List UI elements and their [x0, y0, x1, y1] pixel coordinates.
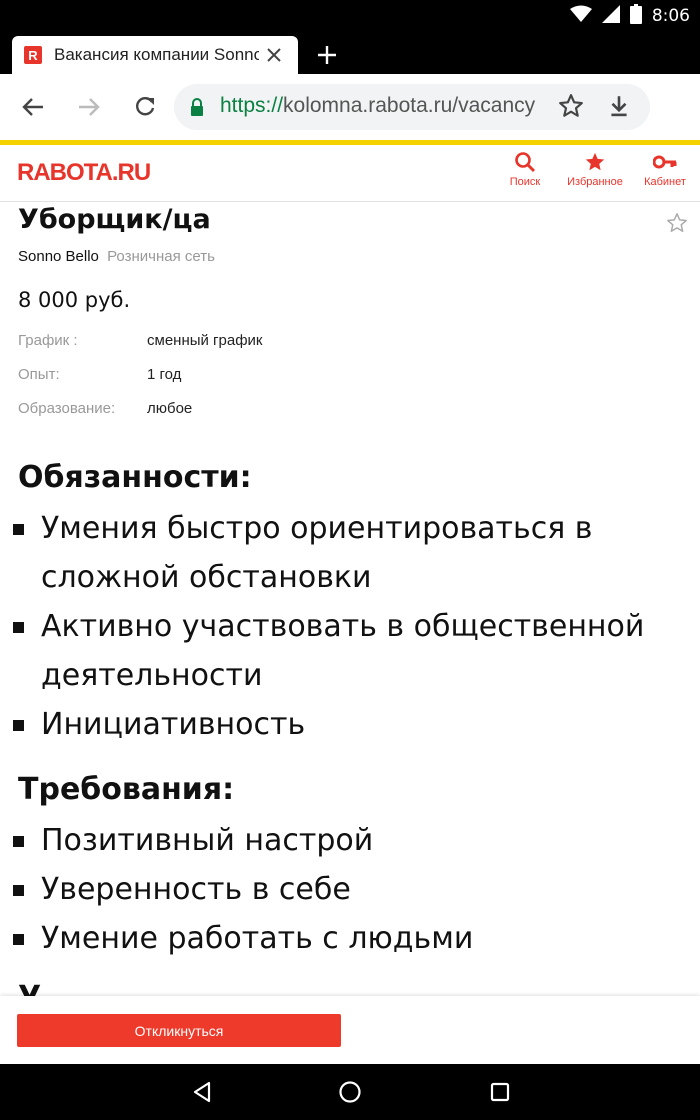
duty-text: Инициативность — [41, 707, 306, 742]
requirements-heading: Требования: — [18, 772, 235, 807]
list-item: Позитивный настрой — [0, 816, 680, 865]
search-icon — [515, 152, 536, 173]
detail-label: Образование: — [18, 400, 116, 417]
bullet-marker — [13, 885, 24, 896]
browser-tab[interactable]: R Вакансия компании Sonno Bello — [12, 36, 298, 74]
bullet-marker — [13, 720, 24, 731]
wifi-icon — [569, 5, 592, 27]
bookmark-star-icon[interactable] — [558, 93, 584, 123]
header-favorites-button[interactable]: Избранное — [562, 151, 628, 188]
back-icon[interactable] — [20, 94, 46, 120]
screen: 8:06 R Вакансия компании Sonno Bello — [0, 0, 700, 1120]
forward-icon[interactable] — [76, 94, 102, 120]
download-icon[interactable] — [606, 93, 632, 123]
detail-label: График : — [18, 332, 78, 349]
reload-icon[interactable] — [132, 94, 158, 120]
requirement-text: Уверенность в себе — [41, 872, 351, 907]
duty-text: Активно участвовать в общественной деяте… — [41, 609, 645, 693]
nav-recents-icon[interactable] — [488, 1080, 512, 1104]
key-icon — [653, 155, 677, 169]
list-item: Умение работать с людьми — [0, 914, 680, 963]
address-bar[interactable]: https://kolomna.rabota.ru/vacancy — [174, 84, 650, 130]
header-favorites-label: Избранное — [567, 176, 623, 188]
list-item: Инициативность — [0, 700, 680, 749]
battery-icon — [629, 4, 642, 28]
apply-bar: Откликнуться — [0, 996, 700, 1064]
detail-value: сменный график — [147, 332, 263, 349]
duty-text: Умения быстро ориентироваться в сложной … — [41, 511, 593, 595]
nav-home-icon[interactable] — [338, 1080, 362, 1104]
duties-list: Умения быстро ориентироваться в сложной … — [0, 504, 700, 749]
bullet-marker — [13, 934, 24, 945]
status-bar: 8:06 — [0, 0, 700, 30]
conditions-heading-partial: У — [18, 980, 41, 996]
signal-icon — [601, 5, 620, 27]
header-search-button[interactable]: Поиск — [506, 151, 544, 188]
list-item: Умения быстро ориентироваться в сложной … — [0, 504, 680, 602]
tab-strip: R Вакансия компании Sonno Bello — [0, 30, 700, 74]
nav-back-icon[interactable] — [190, 1080, 214, 1104]
tab-title: Вакансия компании Sonno Bello — [54, 45, 259, 64]
detail-value: любое — [147, 400, 193, 417]
company-name[interactable]: Sonno Bello — [18, 248, 99, 265]
company-type: Розничная сеть — [107, 248, 215, 265]
status-time: 8:06 — [651, 6, 690, 26]
header-search-label: Поиск — [509, 176, 541, 188]
favorite-star-icon[interactable] — [666, 212, 688, 238]
site-header: RABOTA.RU Поиск Избранное Кабинет — [0, 145, 700, 202]
vacancy-content: Уборщик/ца Sonno Bello Розничная сеть 8 … — [0, 202, 700, 996]
lock-icon — [190, 98, 204, 120]
requirement-text: Умение работать с людьми — [41, 921, 474, 956]
url-text[interactable]: https://kolomna.rabota.ru/vacancy — [220, 94, 550, 118]
status-icons: 8:06 — [569, 4, 690, 28]
apply-button[interactable]: Откликнуться — [17, 1014, 341, 1047]
detail-label: Опыт: — [18, 366, 60, 383]
rabota-favicon-icon: R — [24, 46, 42, 64]
salary: 8 000 руб. — [18, 288, 131, 312]
job-title: Уборщик/ца — [18, 204, 211, 235]
header-cabinet-button[interactable]: Кабинет — [640, 151, 690, 188]
company-line: Sonno Bello Розничная сеть — [18, 248, 215, 265]
requirement-text: Позитивный настрой — [41, 823, 374, 858]
star-icon — [585, 152, 605, 171]
duties-heading: Обязанности: — [18, 460, 252, 495]
requirements-list: Позитивный настрой Уверенность в себе Ум… — [0, 816, 700, 963]
plus-icon[interactable] — [314, 42, 340, 68]
url-scheme: https:// — [220, 94, 284, 117]
list-item: Активно участвовать в общественной деяте… — [0, 602, 680, 700]
list-item: Уверенность в себе — [0, 865, 680, 914]
url-rest: kolomna.rabota.ru/vacancy — [283, 94, 536, 117]
bullet-marker — [13, 836, 24, 847]
site-logo[interactable]: RABOTA.RU — [17, 159, 151, 187]
bullet-marker — [13, 622, 24, 633]
header-cabinet-label: Кабинет — [644, 176, 686, 188]
browser-toolbar: https://kolomna.rabota.ru/vacancy — [0, 74, 700, 140]
close-icon[interactable] — [264, 45, 284, 65]
system-nav-bar — [0, 1064, 700, 1120]
detail-value: 1 год — [147, 366, 182, 383]
bullet-marker — [13, 524, 24, 535]
